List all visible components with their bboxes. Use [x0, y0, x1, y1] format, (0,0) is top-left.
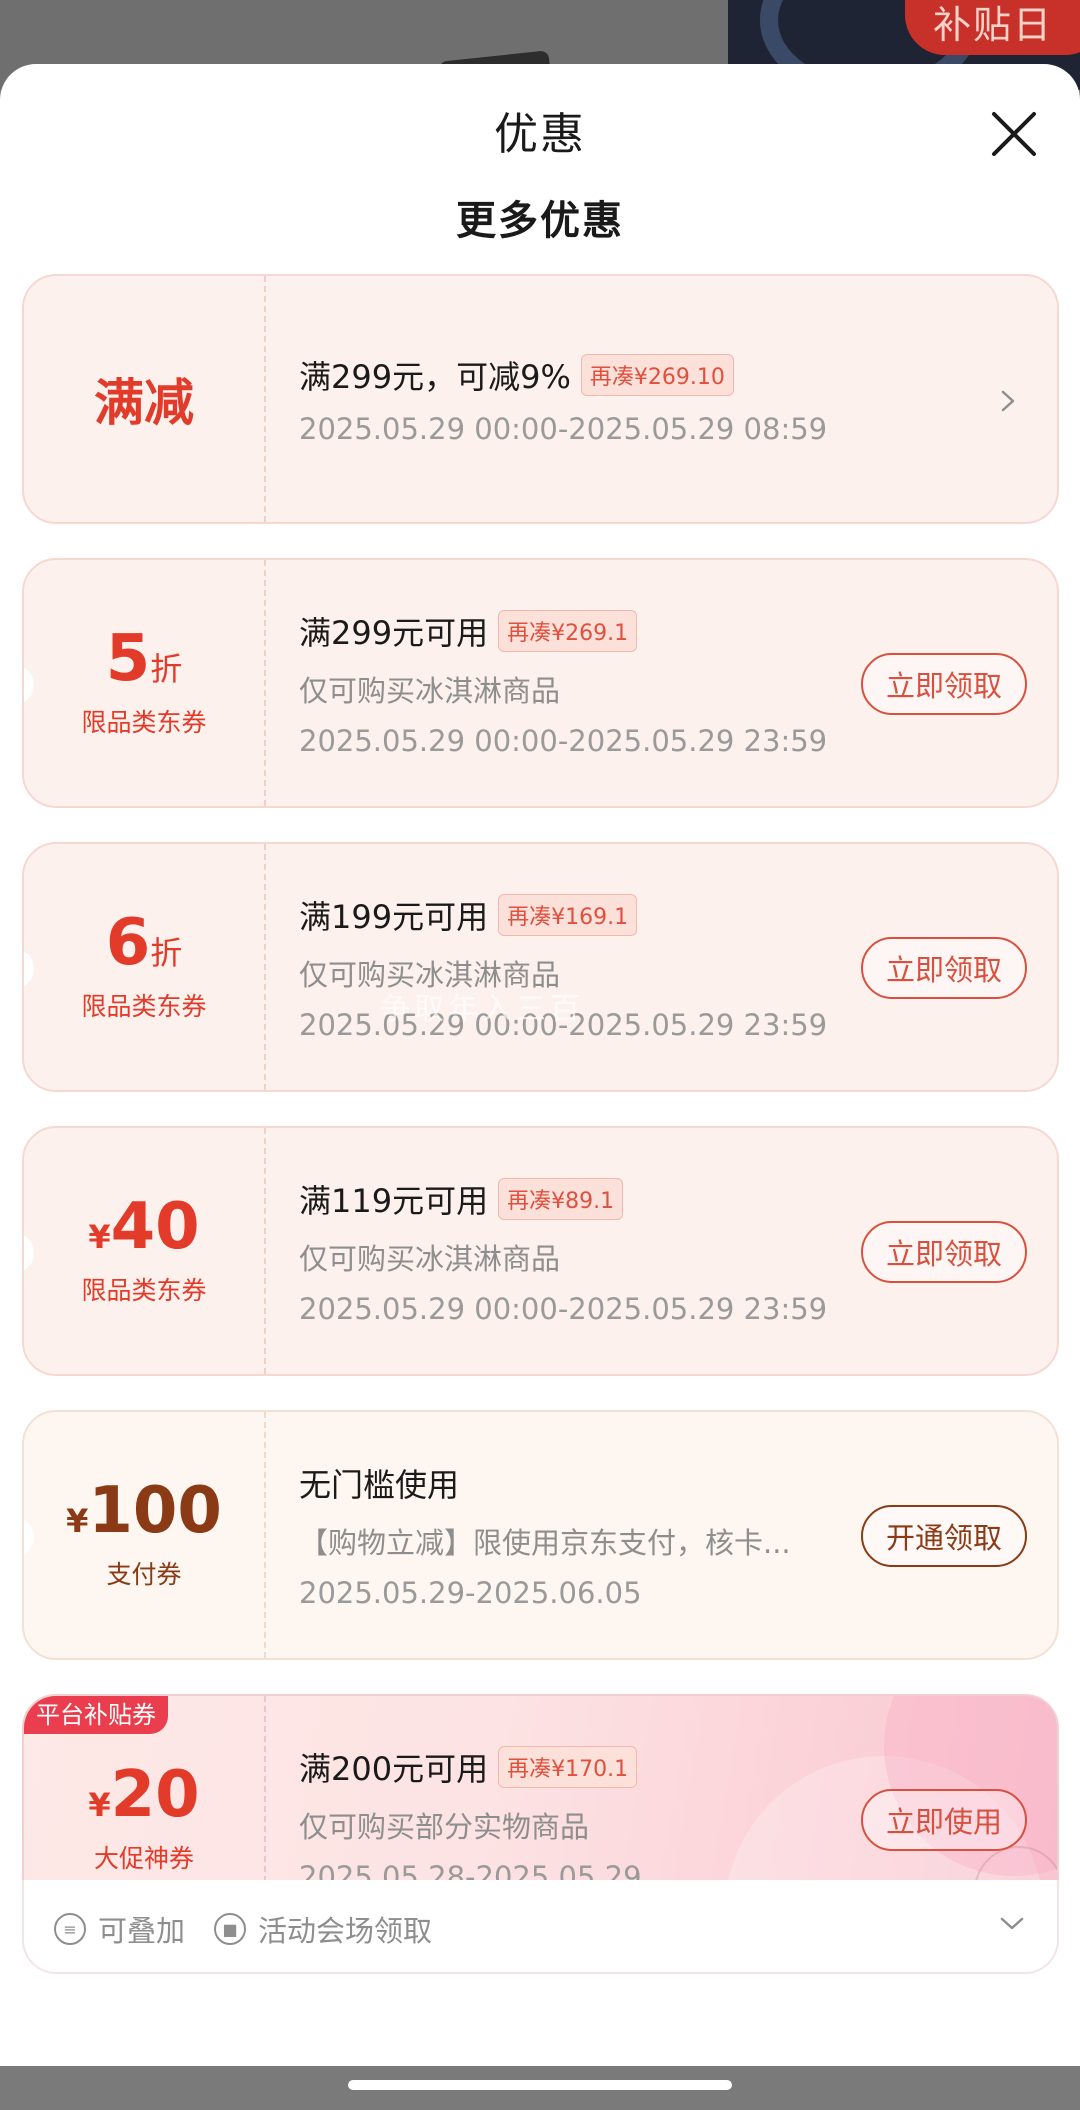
coupon-footer: ≡ 可叠加 ■ 活动会场领取: [22, 1880, 1059, 1974]
coupon-date: 2025.05.29 00:00-2025.05.29 08:59: [299, 412, 828, 446]
venue-label: 活动会场领取: [258, 1914, 433, 1948]
coupon-value: ¥40: [88, 1190, 200, 1264]
coupon-sheet: 优惠 更多优惠 满减 满299元，可减9% 再凑¥269.10 2025.05.…: [0, 64, 1080, 2110]
claim-button[interactable]: 立即领取: [861, 937, 1027, 999]
coupon-desc: 仅可购买冰淇淋商品: [299, 674, 561, 708]
coupon-left: 满减: [24, 276, 264, 522]
coupon-gap-tag: 再凑¥169.1: [498, 894, 638, 936]
stack-icon: ≡: [54, 1913, 86, 1945]
sheet-title: 优惠: [494, 109, 586, 160]
coupon-value: 5折: [105, 622, 183, 696]
coupon-sub-label: 限品类东券: [81, 708, 207, 737]
coupon-condition: 满119元可用: [299, 1182, 489, 1220]
coupon-date: 2025.05.29 00:00-2025.05.29 23:59: [299, 1292, 828, 1326]
section-title: 更多优惠: [456, 198, 624, 244]
coupon-info: 满299元，可减9% 再凑¥269.10 2025.05.29 00:00-20…: [299, 276, 869, 522]
coupon-left: ¥40 限品类东券: [24, 1128, 264, 1374]
coupon-left: ¥100 支付券: [24, 1412, 264, 1658]
coupon-card: 6折 限品类东券 满199元可用 再凑¥169.1 仅可购买冰淇淋商品 2025…: [22, 842, 1059, 1092]
coupon-card: 5折 限品类东券 满299元可用 再凑¥269.1 仅可购买冰淇淋商品 2025…: [22, 558, 1059, 808]
coupon-info: 满299元可用 再凑¥269.1 仅可购买冰淇淋商品 2025.05.29 00…: [299, 560, 869, 806]
coupon-sub-label: 限品类东券: [81, 992, 207, 1021]
coupon-card-payment: ¥100 支付券 无门槛使用 【购物立减】限使用京东支付，核卡... 2025.…: [22, 1410, 1059, 1660]
coupon-left: 6折 限品类东券: [24, 844, 264, 1090]
chevron-down-icon[interactable]: [997, 1914, 1027, 1934]
coupon-condition: 满299元，可减9%: [299, 358, 571, 396]
coupon-condition: 无门槛使用: [299, 1466, 460, 1504]
coupon-sub-label: 支付券: [106, 1560, 182, 1589]
background-badge: 补贴日: [905, 0, 1080, 55]
coupon-condition: 满200元可用: [299, 1750, 489, 1788]
coupon-date: 2025.05.29 00:00-2025.05.29 23:59: [299, 724, 828, 758]
coupon-info: 满119元可用 再凑¥89.1 仅可购买冰淇淋商品 2025.05.29 00:…: [299, 1128, 869, 1374]
close-button[interactable]: [986, 106, 1042, 162]
coupon-sub-label: 限品类东券: [81, 1276, 207, 1305]
ticket-icon: ■: [214, 1913, 246, 1945]
coupon-condition: 满199元可用: [299, 898, 489, 936]
coupon-date: 2025.05.29-2025.06.05: [299, 1576, 642, 1610]
coupon-gap-tag: 再凑¥89.1: [498, 1178, 624, 1220]
coupon-divider: [264, 276, 266, 522]
coupon-desc: 仅可购买冰淇淋商品: [299, 1242, 561, 1276]
coupon-info: 无门槛使用 【购物立减】限使用京东支付，核卡... 2025.05.29-202…: [299, 1412, 869, 1658]
coupon-value: 6折: [105, 906, 183, 980]
activate-claim-button[interactable]: 开通领取: [861, 1505, 1027, 1567]
watermark: 争取年入三百: [380, 992, 584, 1027]
home-indicator[interactable]: [348, 2080, 732, 2090]
coupon-info: 满199元可用 再凑¥169.1 仅可购买冰淇淋商品 2025.05.29 00…: [299, 844, 869, 1090]
coupon-card-full-reduction[interactable]: 满减 满299元，可减9% 再凑¥269.10 2025.05.29 00:00…: [22, 274, 1059, 524]
coupon-desc: 仅可购买部分实物商品: [299, 1810, 590, 1844]
coupon-card: ¥40 限品类东券 满119元可用 再凑¥89.1 仅可购买冰淇淋商品 2025…: [22, 1126, 1059, 1376]
claim-button[interactable]: 立即领取: [861, 1221, 1027, 1283]
stackable-info: ≡ 可叠加: [54, 1908, 185, 1950]
coupon-condition: 满299元可用: [299, 614, 489, 652]
close-icon: [992, 112, 1036, 156]
use-now-button[interactable]: 立即使用: [861, 1789, 1027, 1851]
coupon-gap-tag: 再凑¥170.1: [498, 1746, 638, 1788]
coupon-gap-tag: 再凑¥269.1: [498, 610, 638, 652]
coupon-left: 5折 限品类东券: [24, 560, 264, 806]
venue-info: ■ 活动会场领取: [214, 1908, 432, 1950]
coupon-sub-label: 大促神券: [93, 1844, 194, 1873]
chevron-right-icon[interactable]: [997, 384, 1021, 418]
coupon-gap-tag: 再凑¥269.10: [580, 354, 734, 396]
claim-button[interactable]: 立即领取: [861, 653, 1027, 715]
coupon-value: ¥100: [66, 1474, 222, 1548]
coupon-type-label: 满减: [94, 374, 194, 432]
stackable-label: 可叠加: [98, 1914, 186, 1948]
coupon-desc: 【购物立减】限使用京东支付，核卡...: [299, 1526, 791, 1560]
coupon-value: ¥20: [88, 1758, 200, 1832]
